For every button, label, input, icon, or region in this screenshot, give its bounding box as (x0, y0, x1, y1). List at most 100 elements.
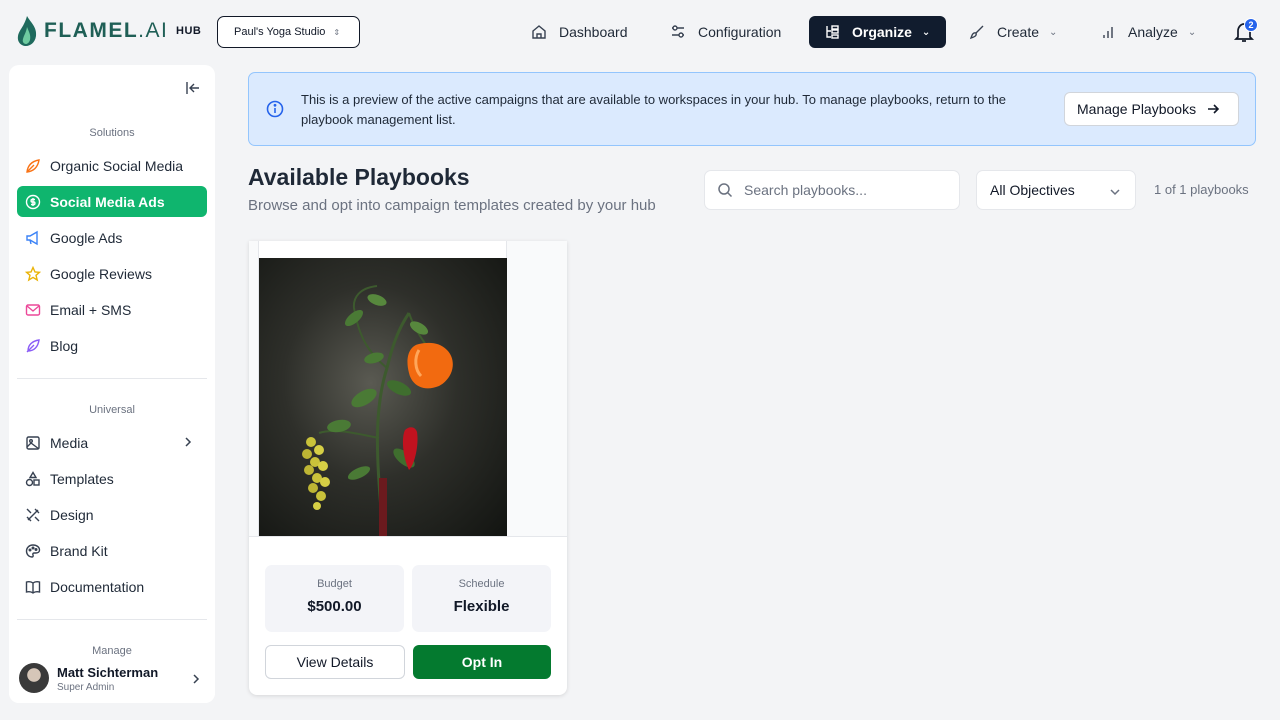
workspace-name: Paul's Yoga Studio (234, 26, 326, 38)
nav-organize[interactable]: Organize ⌄ (809, 16, 946, 48)
page-subtitle: Browse and opt into campaign templates c… (248, 197, 656, 214)
brush-icon (969, 24, 985, 40)
view-details-button[interactable]: View Details (265, 645, 405, 679)
collapse-sidebar-icon[interactable] (185, 80, 201, 96)
sliders-icon (670, 24, 686, 40)
chevron-down-icon: ⌄ (921, 26, 931, 38)
sidebar-item-media[interactable]: Media (17, 427, 207, 458)
section-label-solutions: Solutions (89, 127, 135, 139)
ad-preview (249, 241, 567, 537)
chevron-down-icon (1110, 189, 1120, 196)
notification-badge: 2 (1244, 18, 1258, 32)
schedule-stat: Schedule Flexible (412, 565, 551, 632)
user-profile[interactable]: Matt Sichterman Super Admin (9, 657, 215, 703)
sidebar-item-label: Design (50, 506, 94, 523)
chevron-updown-icon: ⇕ (333, 27, 341, 37)
sidebar-item-social-media-ads[interactable]: Social Media Ads (17, 186, 207, 217)
budget-stat: Budget $500.00 (265, 565, 404, 632)
nav-create[interactable]: Create ⌄ (969, 16, 1057, 48)
nav-dashboard[interactable]: Dashboard (531, 16, 628, 48)
objective-filter-select[interactable]: All Objectives (976, 170, 1136, 210)
manage-playbooks-button[interactable]: Manage Playbooks (1064, 92, 1239, 126)
hub-label: HUB (176, 25, 202, 37)
sidebar-item-label: Email + SMS (50, 301, 132, 318)
image-icon (25, 435, 41, 451)
design-icon (25, 507, 41, 523)
nav-organize-label: Organize (852, 24, 912, 40)
sidebar-item-label: Documentation (50, 578, 145, 595)
sidebar-item-label: Google Ads (50, 229, 123, 246)
pepper-plant-illustration (302, 285, 453, 536)
user-role: Super Admin (57, 682, 115, 693)
logo[interactable]: FLAMEL.AI (16, 15, 168, 47)
nav-dashboard-label: Dashboard (559, 24, 628, 40)
chevron-right-icon (193, 674, 200, 684)
sidebar-item-email-sms[interactable]: Email + SMS (17, 294, 207, 325)
sidebar-item-label: Organic Social Media (50, 157, 184, 174)
sidebar-divider (17, 378, 207, 379)
sidebar-item-label: Social Media Ads (50, 193, 165, 210)
ad-image (259, 258, 507, 536)
user-name: Matt Sichterman (57, 665, 159, 680)
search-icon (718, 183, 733, 198)
arrow-right-icon (1208, 104, 1220, 114)
shapes-icon (25, 470, 41, 487)
info-banner: This is a preview of the active campaign… (248, 72, 1256, 146)
section-label-universal: Universal (89, 404, 135, 416)
mail-icon (25, 302, 41, 318)
logo-text: FLAMEL.AI (44, 19, 169, 42)
search-box[interactable] (704, 170, 960, 210)
info-icon (266, 100, 284, 118)
home-icon (531, 24, 547, 40)
palette-icon (25, 543, 41, 559)
nav-configuration-label: Configuration (698, 24, 782, 40)
bar-chart-icon (1100, 24, 1116, 40)
nav-configuration[interactable]: Configuration (670, 16, 781, 48)
sidebar-item-label: Templates (50, 470, 114, 487)
sidebar-item-templates[interactable]: Templates (17, 463, 207, 494)
nav-analyze-label: Analyze (1128, 24, 1178, 40)
flame-logo-icon (17, 16, 37, 46)
sidebar-item-label: Google Reviews (50, 265, 152, 282)
sidebar-item-brand-kit[interactable]: Brand Kit (17, 535, 207, 566)
schedule-value: Flexible (453, 598, 510, 615)
nav-analyze[interactable]: Analyze ⌄ (1100, 16, 1196, 48)
results-count: 1 of 1 playbooks (1154, 182, 1249, 197)
sidebar-item-blog[interactable]: Blog (17, 330, 207, 361)
sidebar-item-documentation[interactable]: Documentation (17, 571, 207, 602)
leaf-icon (25, 158, 41, 174)
star-icon (25, 265, 41, 282)
ad-post-preview (258, 241, 507, 536)
search-input[interactable] (744, 182, 944, 198)
workspace-select[interactable]: Paul's Yoga Studio ⇕ (217, 16, 360, 48)
sidebar-item-label: Blog (50, 337, 79, 354)
budget-value: $500.00 (307, 598, 362, 615)
sidebar-item-label: Media (50, 434, 89, 451)
tree-icon (824, 24, 840, 40)
dollar-icon (25, 194, 41, 210)
page-title: Available Playbooks (248, 164, 470, 190)
chevron-down-icon: ⌄ (1049, 26, 1058, 38)
book-icon (25, 579, 41, 595)
sidebar: Solutions Organic Social Media Social Me… (9, 65, 215, 703)
budget-label: Budget (317, 578, 352, 590)
sidebar-item-design[interactable]: Design (17, 499, 207, 530)
chevron-right-icon (185, 437, 192, 447)
sidebar-divider (17, 619, 207, 620)
sidebar-item-google-ads[interactable]: Google Ads (17, 222, 207, 253)
nav-create-label: Create (997, 24, 1040, 40)
megaphone-icon (25, 230, 41, 246)
schedule-label: Schedule (458, 578, 505, 590)
banner-text: This is a preview of the active campaign… (301, 92, 1007, 127)
playbook-card: Budget $500.00 Schedule Flexible View De… (249, 241, 567, 695)
chevron-down-icon: ⌄ (1187, 26, 1197, 38)
sidebar-item-google-reviews[interactable]: Google Reviews (17, 258, 207, 289)
opt-in-button[interactable]: Opt In (413, 645, 551, 679)
top-bar: FLAMEL.AI HUB Paul's Yoga Studio ⇕ Dashb… (0, 0, 1280, 64)
avatar (19, 663, 49, 693)
section-label-manage: Manage (92, 645, 132, 657)
manage-playbooks-label: Manage Playbooks (1077, 101, 1197, 117)
sidebar-item-organic-social[interactable]: Organic Social Media (17, 150, 207, 181)
feather-icon (25, 338, 41, 354)
sidebar-item-label: Brand Kit (50, 542, 108, 559)
